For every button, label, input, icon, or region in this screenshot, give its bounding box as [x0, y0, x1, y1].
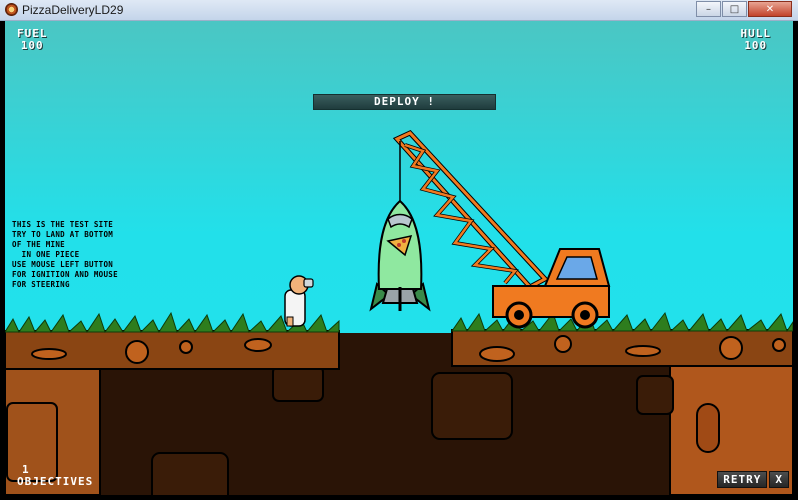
title-bar[interactable]: PizzaDeliveryLD29 – □ ✕ [0, 0, 798, 21]
close-window-button[interactable]: ✕ [748, 1, 792, 17]
bottom-controls: RETRY X [715, 471, 789, 488]
instructions-text: THIS IS THE TEST SITE TRY TO LAND AT BOT… [12, 220, 118, 290]
pizza-icon [5, 3, 18, 16]
window-title: PizzaDeliveryLD29 [22, 3, 124, 17]
underground-rock [636, 375, 674, 415]
ledge-stone [719, 336, 743, 360]
hull-value: 100 [744, 39, 768, 52]
ledge-stone [31, 348, 67, 360]
game-viewport[interactable]: FUEL 100 HULL 100 DEPLOY ! THIS IS THE T… [5, 21, 793, 495]
instruction-line: TRY TO LAND AT BOTTOM [12, 230, 114, 239]
underground-rock [431, 372, 513, 440]
ledge-stone [244, 338, 272, 352]
minimize-button[interactable]: – [696, 1, 721, 17]
right-dirt-hole [696, 403, 720, 453]
exit-button[interactable]: X [769, 471, 789, 488]
instruction-line: FOR IGNITION AND MOUSE [12, 270, 118, 279]
window-controls: – □ ✕ [695, 1, 792, 17]
instruction-line: USE MOUSE LEFT BUTTON [12, 260, 114, 269]
game-scene [5, 129, 793, 495]
instruction-line: THIS IS THE TEST SITE [12, 220, 114, 229]
fuel-readout: FUEL 100 [17, 28, 48, 52]
ledge-stone [625, 345, 661, 357]
ledge-stone [554, 335, 572, 353]
objectives-panel[interactable]: 1 OBJECTIVES [17, 464, 93, 488]
deploy-button[interactable]: DEPLOY ! [313, 94, 496, 110]
underground-rock [272, 365, 324, 402]
crane-truck-sprite [392, 129, 611, 329]
objectives-label: OBJECTIVES [17, 475, 94, 488]
ledge-stone [125, 340, 149, 364]
ledge-stone [772, 338, 786, 352]
rocket-sprite [369, 199, 431, 312]
instruction-line: IN ONE PIECE [12, 250, 80, 259]
ledge-stone [179, 340, 193, 354]
instruction-line: OF THE MINE [12, 240, 65, 249]
underground-rock [151, 452, 229, 495]
hull-readout: HULL 100 [741, 28, 772, 52]
scientist-sprite [284, 275, 314, 327]
retry-button[interactable]: RETRY [717, 471, 768, 488]
game-window: PizzaDeliveryLD29 – □ ✕ FUEL 100 HULL 10… [0, 0, 798, 500]
instruction-line: FOR STEERING [12, 280, 70, 289]
fuel-value: 100 [20, 39, 44, 52]
maximize-button[interactable]: □ [722, 1, 747, 17]
ledge-stone [479, 346, 515, 362]
